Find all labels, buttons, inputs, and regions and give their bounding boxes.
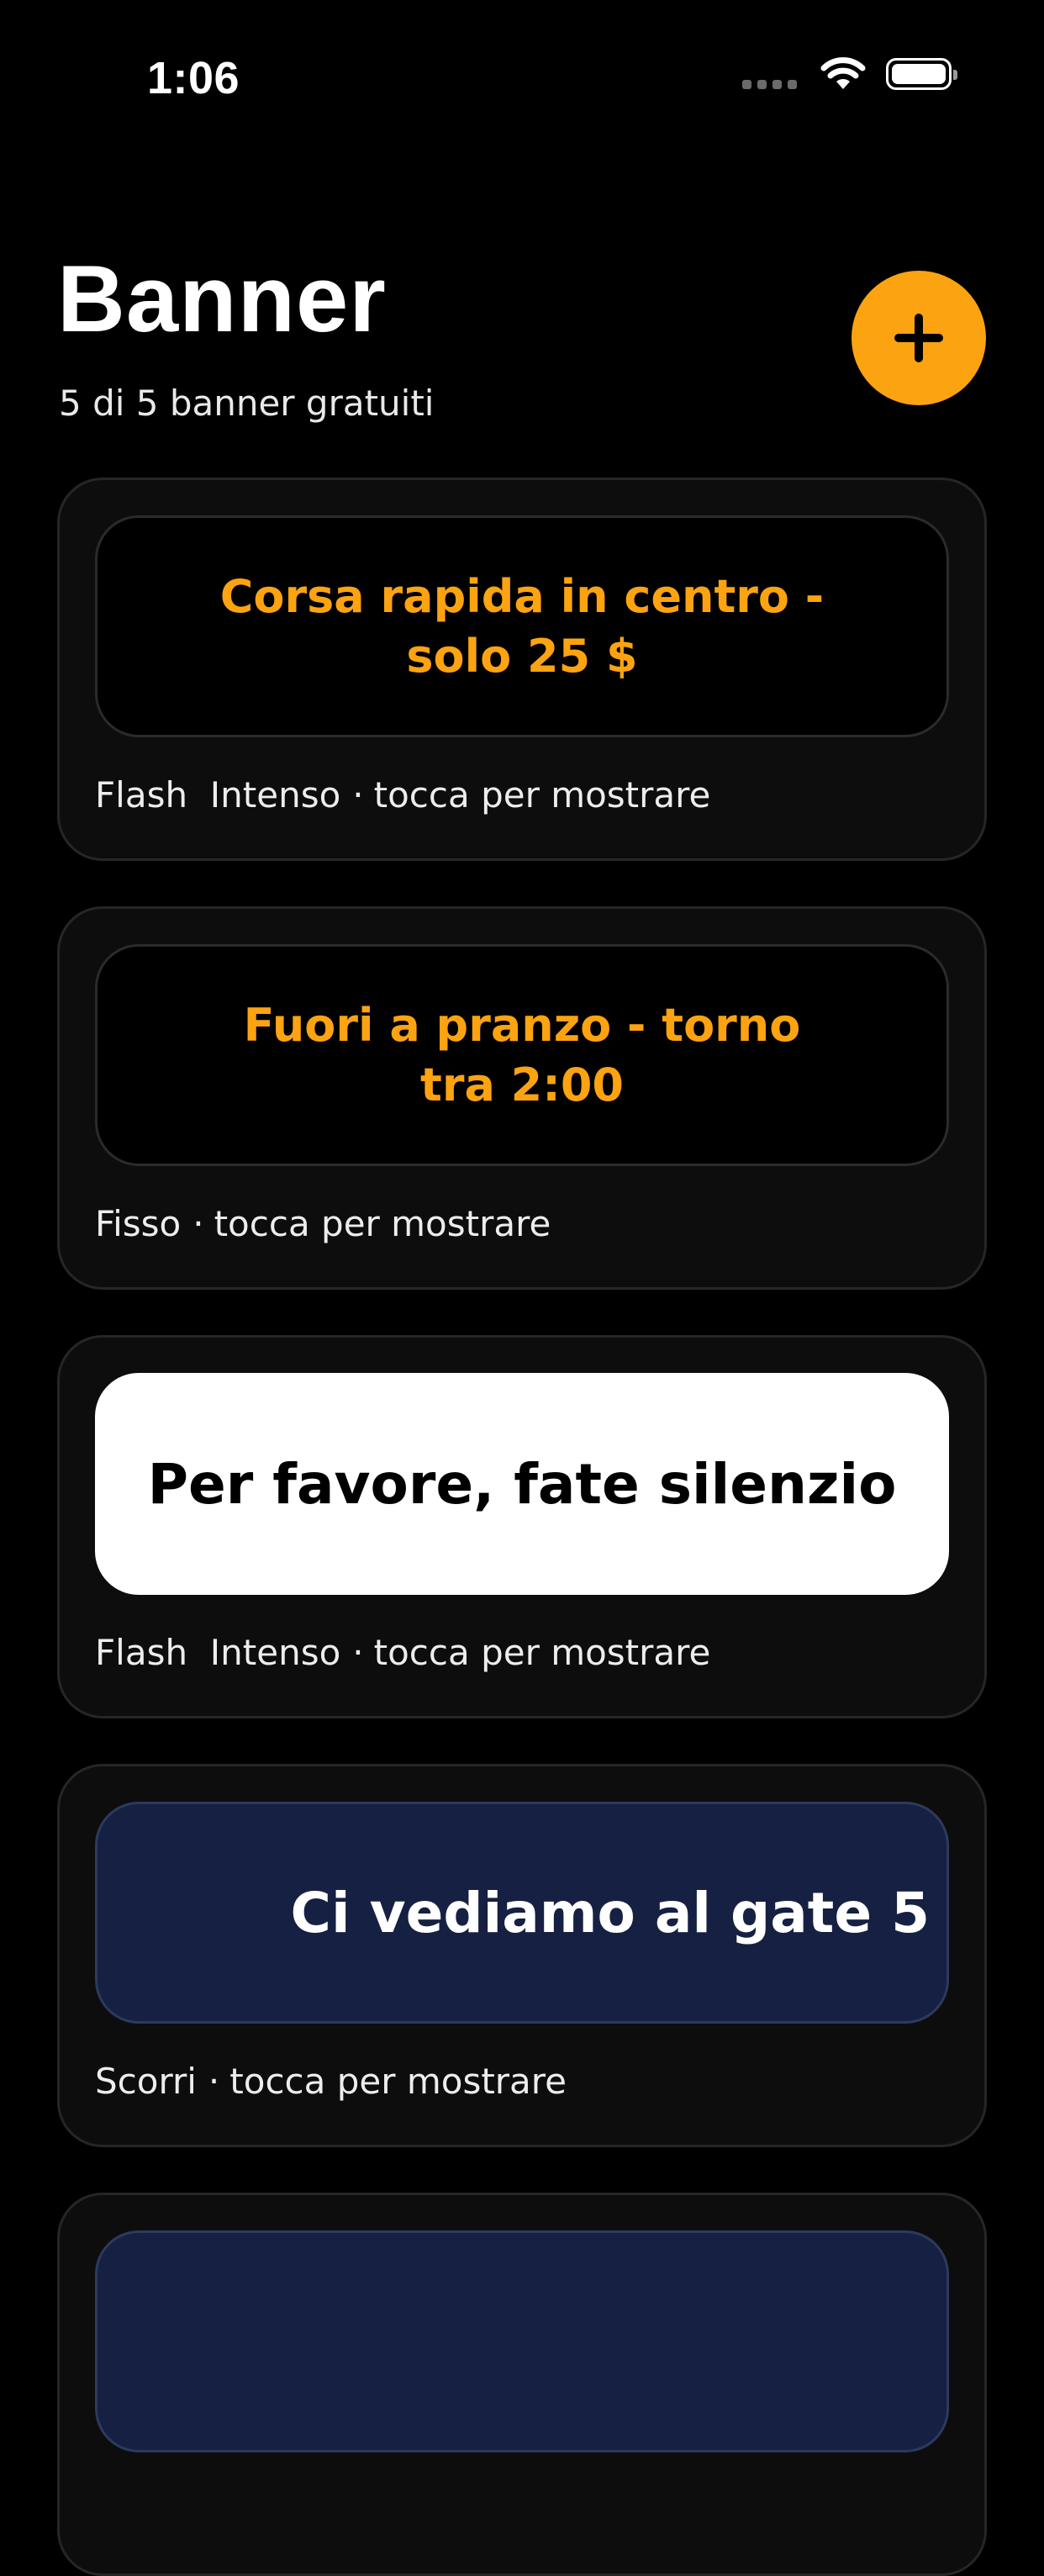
banner-card[interactable]: Per favore, fate silenzio Flash Intenso ·… <box>57 1335 987 1718</box>
banner-mode: Scorri <box>95 2061 197 2102</box>
banner-meta: Fisso · tocca per mostrare <box>95 1203 551 1244</box>
status-icons <box>742 57 957 91</box>
banner-card[interactable]: Corsa rapida in centro - solo 25 $ Flash… <box>57 478 987 861</box>
banner-preview[interactable] <box>95 2230 949 2452</box>
plus-icon <box>894 314 943 362</box>
banner-text: Ci vediamo al gate 5 <box>290 1880 930 1945</box>
battery-icon <box>886 58 957 90</box>
banner-meta: Flash Intenso · tocca per mostrare <box>95 1632 710 1673</box>
banner-mode: Flash Intenso <box>95 1632 341 1673</box>
banner-card[interactable]: Fuori a pranzo - torno tra 2:00 Fisso · to… <box>57 906 987 1290</box>
banner-mode: Fisso <box>95 1203 182 1244</box>
banner-hint: tocca per mostrare <box>229 2061 567 2102</box>
banner-text: Fuori a pranzo - torno tra 2:00 <box>243 999 801 1111</box>
banner-hint: tocca per mostrare <box>373 774 711 816</box>
banner-hint: tocca per mostrare <box>373 1632 711 1673</box>
meta-separator: · <box>352 1632 364 1673</box>
banner-preview[interactable]: Corsa rapida in centro - solo 25 $ <box>95 515 949 737</box>
status-bar: 1:06 <box>0 0 1044 160</box>
meta-separator: · <box>192 1203 204 1244</box>
meta-separator: · <box>208 2061 220 2102</box>
banner-meta: Scorri · tocca per mostrare <box>95 2061 567 2102</box>
banner-text: Per favore, fate silenzio <box>147 1451 897 1517</box>
banner-mode: Flash Intenso <box>95 774 341 816</box>
banner-preview[interactable]: Ci vediamo al gate 5 <box>95 1802 949 2024</box>
banner-card[interactable]: Ci vediamo al gate 5 Scorri · tocca per mo… <box>57 1764 987 2147</box>
meta-separator: · <box>352 774 364 816</box>
banner-meta: Flash Intenso · tocca per mostrare <box>95 774 710 816</box>
status-time: 1:06 <box>147 53 240 103</box>
banner-preview[interactable]: Per favore, fate silenzio <box>95 1373 949 1595</box>
cellular-signal-icon <box>742 79 797 89</box>
banner-card[interactable] <box>57 2193 987 2576</box>
banner-preview[interactable]: Fuori a pranzo - torno tra 2:00 <box>95 944 949 1166</box>
banner-count-subtitle: 5 di 5 banner gratuiti <box>59 383 435 424</box>
banner-hint: tocca per mostrare <box>214 1203 551 1244</box>
wifi-icon <box>820 57 866 89</box>
page-title: Banner <box>57 246 387 351</box>
add-banner-button[interactable] <box>852 271 986 405</box>
banner-text: Corsa rapida in centro - solo 25 $ <box>219 570 825 683</box>
